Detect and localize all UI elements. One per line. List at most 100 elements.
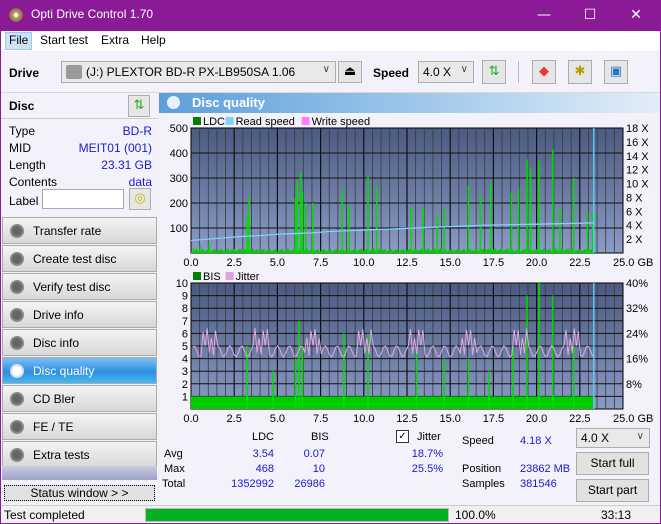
disc-nav-icon xyxy=(10,224,24,238)
samples-value: 381546 xyxy=(520,478,557,490)
ldc-bar xyxy=(559,208,561,253)
ldc-bar xyxy=(467,185,470,253)
x-tick-label: 12.5 xyxy=(396,413,417,423)
progress-label: 100.0% xyxy=(455,508,496,522)
menu-help[interactable]: Help xyxy=(138,33,169,47)
drive-select[interactable]: (J:) PLEXTOR BD-R PX-LB950SA 1.06 ∨ xyxy=(61,61,336,83)
y-tick-label: 4 xyxy=(182,354,188,366)
ldc-bar xyxy=(510,193,513,253)
ldc-bar xyxy=(305,203,307,253)
start-part-button[interactable]: Start part xyxy=(576,479,649,502)
y2-tick-label: 12 X xyxy=(626,165,649,177)
nav-drive-info[interactable]: Drive info xyxy=(2,301,157,328)
test-speed-select[interactable]: 4.0 X ∨ xyxy=(576,428,650,448)
y2-tick-label: 14 X xyxy=(626,151,649,163)
disc-label-button[interactable]: ◎ xyxy=(129,188,151,210)
minimize-button[interactable]: — xyxy=(521,0,567,31)
charts-svg: 100 200 300 400 500 2 X 4 X 6 X 8 X10 X 12 X 14 X 1… xyxy=(170,116,654,423)
legend-label: Jitter xyxy=(236,271,260,283)
x-tick-label: 25.0 GB xyxy=(613,257,653,269)
x-tick-label: 10.0 xyxy=(353,257,374,269)
speed-select[interactable]: 4.0 X ∨ xyxy=(418,61,474,83)
ldc-bar xyxy=(301,191,304,253)
ldc-bar xyxy=(311,203,314,253)
x-tick-label: 12.5 xyxy=(396,257,417,269)
eject-button[interactable]: ⏏ xyxy=(338,61,362,83)
legend-swatch xyxy=(225,272,234,280)
col-ldc: LDC xyxy=(252,431,275,443)
disc-title: Disc xyxy=(9,99,35,113)
menu-start-test[interactable]: Start test xyxy=(37,33,91,47)
ldc-bar xyxy=(299,171,302,253)
menu-extra[interactable]: Extra xyxy=(98,33,132,47)
y2-tick-label: 24% xyxy=(626,328,648,340)
x-tick-label: 10.0 xyxy=(353,413,374,423)
settings-button[interactable]: ✱ xyxy=(568,60,592,84)
status-window-button[interactable]: Status window > > xyxy=(4,485,155,501)
nav-fe-te[interactable]: FE / TE xyxy=(2,413,157,440)
ldc-bar xyxy=(208,243,210,253)
bis-bar xyxy=(572,346,575,409)
nav-disc-quality[interactable]: Disc quality xyxy=(2,357,157,384)
disc-nav-icon xyxy=(10,364,24,378)
x-tick-label: 5.0 xyxy=(270,413,285,423)
refresh-button[interactable]: ⇅ xyxy=(482,60,506,84)
samples-label: Samples xyxy=(462,478,505,490)
x-tick-label: 0.0 xyxy=(183,257,198,269)
jitter-label: Jitter xyxy=(417,431,441,443)
nav-verify-test-disc[interactable]: Verify test disc xyxy=(2,273,157,300)
drive-value: (J:) PLEXTOR BD-R PX-LB950SA 1.06 xyxy=(86,65,296,79)
label-input[interactable] xyxy=(42,189,124,209)
nav-extra-tests[interactable]: Extra tests xyxy=(2,441,157,468)
nav-label: Extra tests xyxy=(33,448,90,462)
nav-disc-info[interactable]: Disc info xyxy=(2,329,157,356)
eraser-button[interactable]: ◆ xyxy=(532,60,556,84)
status-text: Test completed xyxy=(4,508,85,522)
jitter-checkbox[interactable]: ✓ xyxy=(396,430,409,443)
y2-tick-label: 10 X xyxy=(626,179,649,191)
y2-tick-label: 2 X xyxy=(626,234,643,246)
ldc-bar xyxy=(517,189,520,253)
save-button[interactable]: ▣ xyxy=(604,60,628,84)
x-tick-label: 17.5 xyxy=(483,257,504,269)
nav-create-test-disc[interactable]: Create test disc xyxy=(2,245,157,272)
x-tick-label: 15.0 xyxy=(439,257,460,269)
y2-tick-label: 8% xyxy=(626,379,642,391)
disc-refresh-button[interactable]: ⇅ xyxy=(128,95,150,117)
disc-nav-icon xyxy=(10,336,24,350)
nav-label: CD Bler xyxy=(33,392,76,406)
max-bis: 10 xyxy=(312,463,325,475)
ldc-bar xyxy=(436,215,438,253)
ldc-bar xyxy=(341,189,343,253)
menu-file[interactable]: File xyxy=(5,32,33,50)
y-tick-label: 2 xyxy=(182,379,188,391)
maximize-button[interactable]: ☐ xyxy=(567,0,613,31)
y-tick-label: 1 xyxy=(182,391,188,403)
legend-label: LDC xyxy=(203,116,225,128)
y2-tick-label: 32% xyxy=(626,303,648,315)
ldc-bar xyxy=(296,180,299,253)
y2-tick-label: 6 X xyxy=(626,206,643,218)
bis-bar xyxy=(467,358,470,409)
nav-label: Drive info xyxy=(33,308,84,322)
legend-label: Write speed xyxy=(312,116,371,128)
bis-bar xyxy=(552,295,554,409)
x-tick-label: 15.0 xyxy=(439,413,460,423)
disc-header: Disc ⇅ xyxy=(1,93,158,119)
ldc-bar xyxy=(422,208,425,253)
nav-transfer-rate[interactable]: Transfer rate xyxy=(2,217,157,244)
close-button[interactable]: ✕ xyxy=(613,0,659,31)
y-tick-label: 500 xyxy=(170,123,188,135)
ldc-bar xyxy=(246,215,248,253)
bis-bar xyxy=(415,346,418,409)
start-full-button[interactable]: Start full xyxy=(576,452,649,475)
y-tick-label: 300 xyxy=(170,173,188,185)
bis-bar xyxy=(443,358,445,409)
nav-label: Create test disc xyxy=(33,252,117,266)
x-tick-label: 17.5 xyxy=(483,413,504,423)
bis-bar xyxy=(272,371,274,409)
nav-cd-bler[interactable]: CD Bler xyxy=(2,385,157,412)
disc-nav-icon xyxy=(10,280,24,294)
col-bis: BIS xyxy=(311,431,329,443)
x-tick-label: 2.5 xyxy=(227,413,242,423)
